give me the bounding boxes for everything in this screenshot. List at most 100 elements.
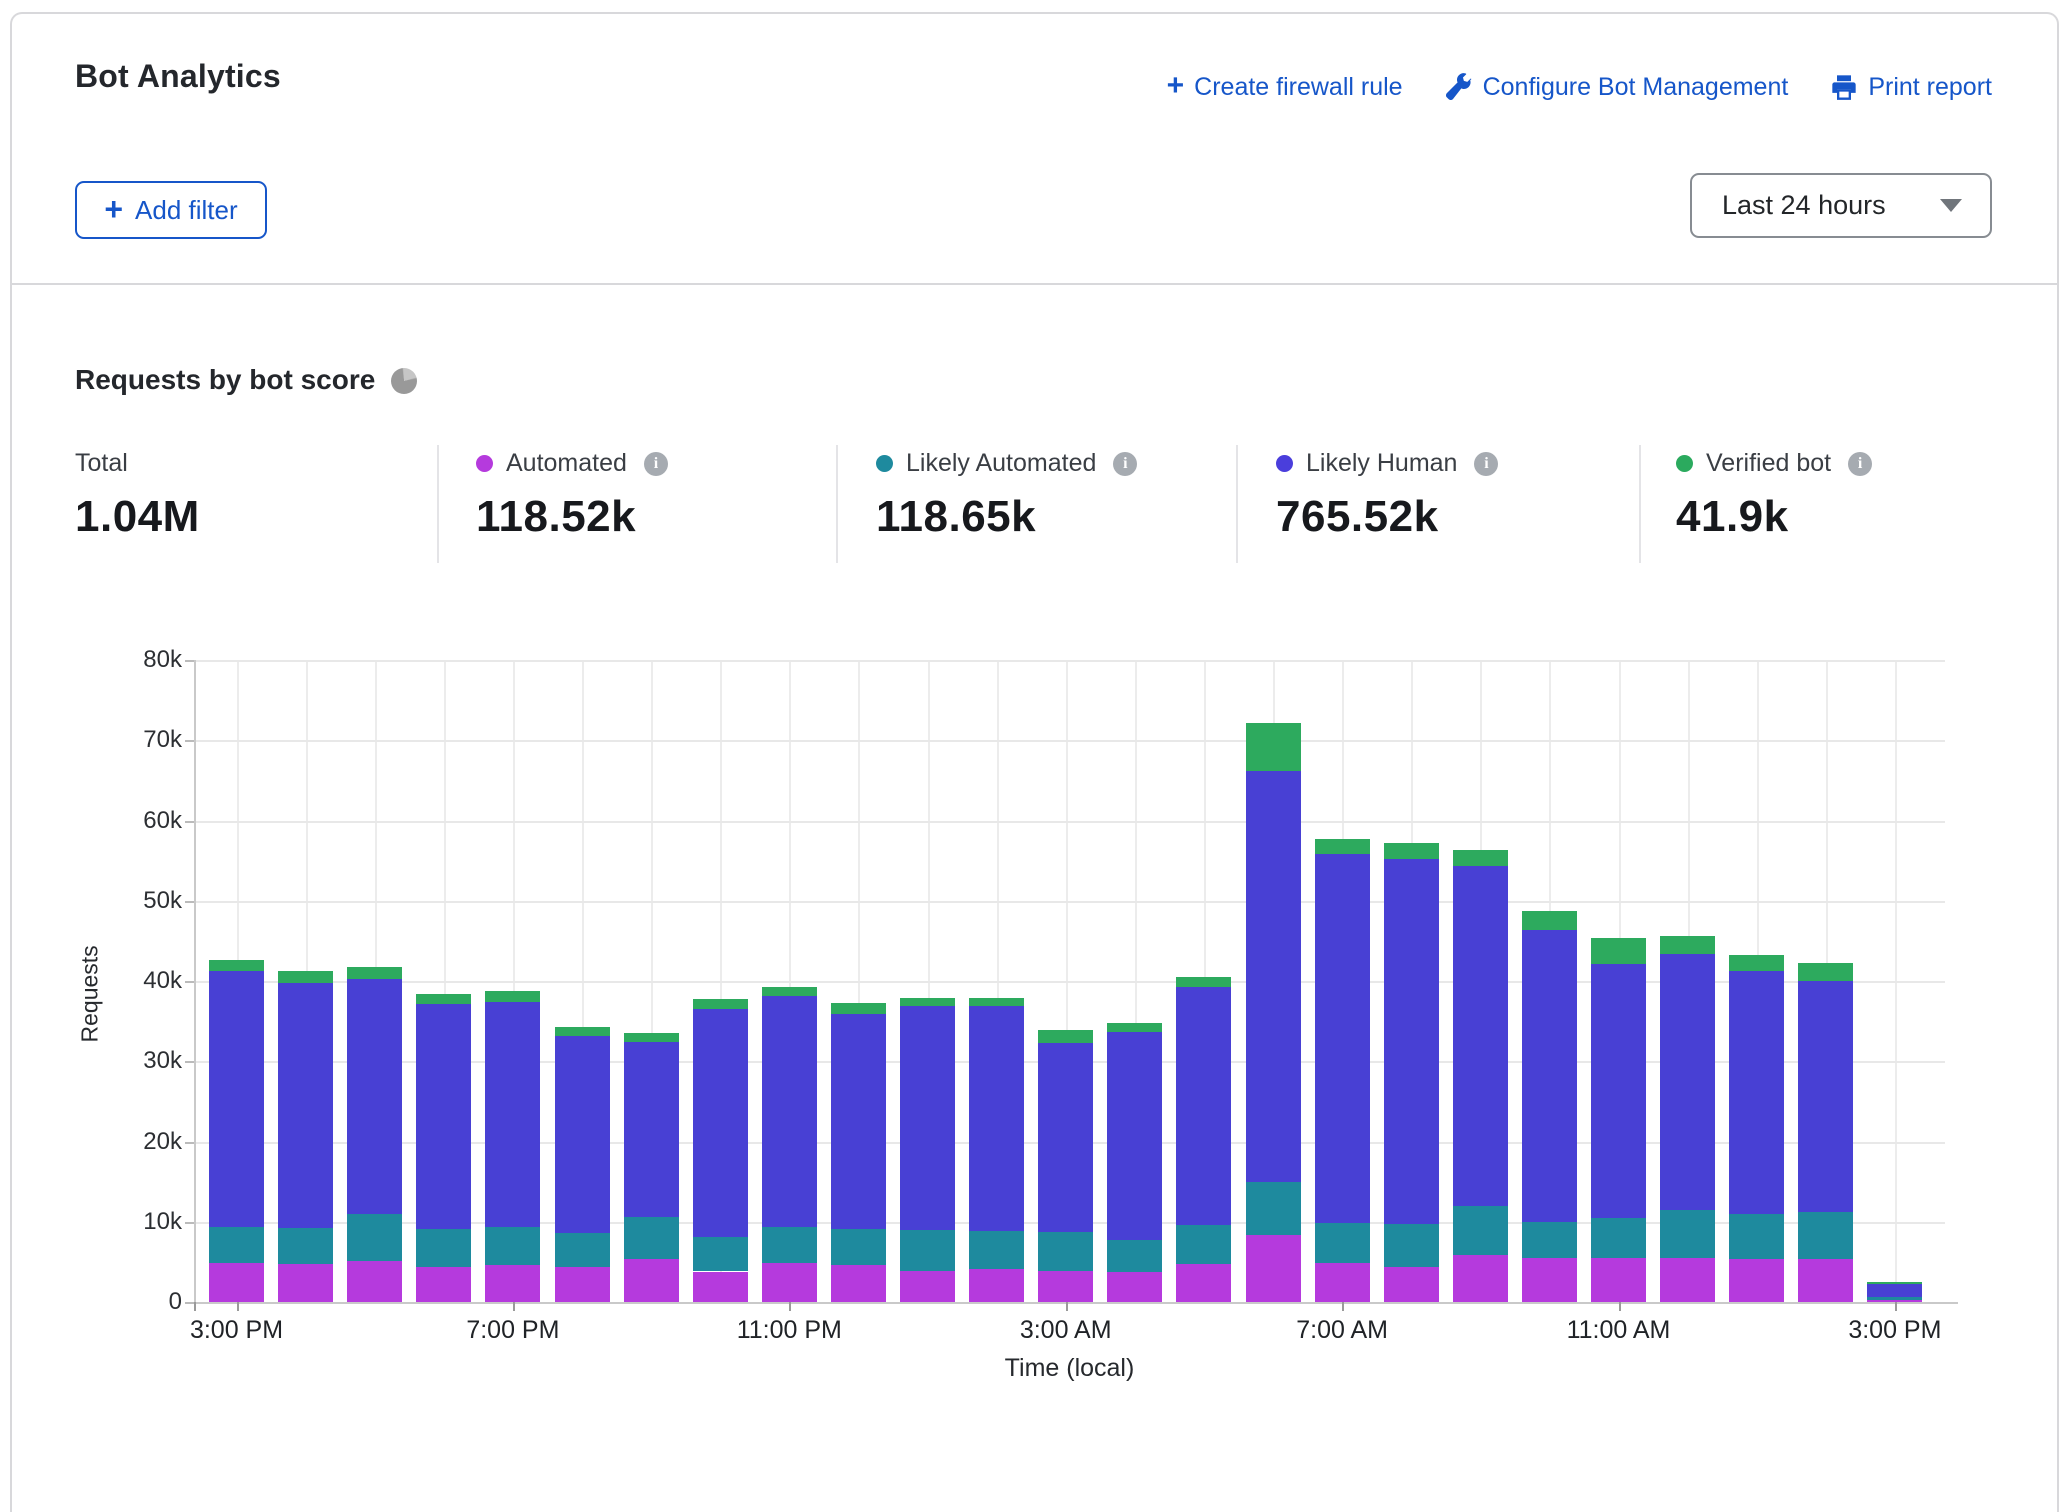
bar[interactable] (762, 660, 817, 1302)
x-tick-label: 7:00 AM (1252, 1316, 1432, 1345)
bar-segment-likely-human (900, 1006, 955, 1230)
bar-segment-likely-automated (1729, 1214, 1784, 1260)
info-icon[interactable]: i (644, 452, 668, 476)
bar-segment-likely-automated (555, 1233, 610, 1267)
stat-automated-value: 118.52k (476, 492, 668, 542)
bar-segment-verified-bot (209, 960, 264, 971)
bar[interactable] (278, 660, 333, 1302)
bar[interactable] (624, 660, 679, 1302)
stat-divider (437, 445, 439, 563)
y-tick-label: 20k (112, 1128, 182, 1156)
bar-segment-likely-human (1522, 930, 1577, 1221)
bar-segment-likely-automated (1522, 1222, 1577, 1258)
y-tick-label: 0 (112, 1288, 182, 1316)
bar-segment-automated (1729, 1259, 1784, 1302)
info-icon[interactable]: i (1474, 452, 1498, 476)
bar[interactable] (1107, 660, 1162, 1302)
bar-segment-automated (1453, 1255, 1508, 1302)
likely-human-dot-icon (1276, 455, 1293, 472)
stat-likely-human-label: Likely Human (1306, 449, 1457, 478)
pie-chart-icon (391, 368, 417, 394)
bar[interactable] (900, 660, 955, 1302)
bar-segment-automated (624, 1259, 679, 1302)
create-firewall-rule-link[interactable]: + Create firewall rule (1167, 72, 1403, 102)
x-tick-mark (1342, 1302, 1344, 1311)
bar-segment-verified-bot (1867, 1282, 1922, 1284)
y-tick-mark (185, 740, 194, 742)
info-icon[interactable]: i (1113, 452, 1137, 476)
x-tick-mark (194, 1302, 196, 1311)
bar-segment-verified-bot (555, 1027, 610, 1036)
bar-segment-verified-bot (624, 1033, 679, 1042)
bar[interactable] (1798, 660, 1853, 1302)
x-tick-label: 3:00 AM (976, 1316, 1156, 1345)
stat-total-value: 1.04M (75, 492, 200, 542)
bar[interactable] (1453, 660, 1508, 1302)
automated-dot-icon (476, 455, 493, 472)
bar[interactable] (1729, 660, 1784, 1302)
add-filter-button[interactable]: + Add filter (75, 181, 267, 239)
bar[interactable] (1660, 660, 1715, 1302)
x-tick-label: 3:00 PM (1805, 1316, 1985, 1345)
bar-segment-automated (1522, 1258, 1577, 1302)
bar[interactable] (1867, 660, 1922, 1302)
x-tick-label: 7:00 PM (423, 1316, 603, 1345)
stat-divider (836, 445, 838, 563)
bar-segment-likely-automated (1384, 1224, 1439, 1267)
bar-segment-automated (347, 1261, 402, 1302)
bar[interactable] (693, 660, 748, 1302)
print-report-link[interactable]: Print report (1830, 73, 1992, 102)
y-tick-mark (185, 1142, 194, 1144)
header-divider (10, 283, 2059, 285)
x-axis-line (194, 1302, 1958, 1304)
bar[interactable] (1246, 660, 1301, 1302)
bar-segment-likely-automated (347, 1214, 402, 1261)
y-tick-label: 60k (112, 807, 182, 835)
bar[interactable] (1522, 660, 1577, 1302)
bar-segment-automated (1038, 1271, 1093, 1302)
time-range-select[interactable]: Last 24 hours (1690, 173, 1992, 238)
bar[interactable] (1384, 660, 1439, 1302)
page-title: Bot Analytics (75, 58, 281, 95)
bar[interactable] (1315, 660, 1370, 1302)
bar[interactable] (416, 660, 471, 1302)
configure-bot-management-link[interactable]: Configure Bot Management (1445, 73, 1789, 102)
y-tick-mark (185, 981, 194, 983)
bar[interactable] (1591, 660, 1646, 1302)
stat-divider (1639, 445, 1641, 563)
info-icon[interactable]: i (1848, 452, 1872, 476)
bar-segment-automated (1107, 1272, 1162, 1302)
configure-bot-management-label: Configure Bot Management (1483, 73, 1789, 102)
bar[interactable] (555, 660, 610, 1302)
bar[interactable] (347, 660, 402, 1302)
bar-segment-verified-bot (1522, 911, 1577, 930)
bar-segment-likely-human (1107, 1032, 1162, 1240)
bar-segment-likely-human (416, 1004, 471, 1229)
stat-total-label: Total (75, 449, 128, 478)
bar-segment-likely-automated (1660, 1210, 1715, 1258)
verified-bot-dot-icon (1676, 455, 1693, 472)
bar-segment-automated (209, 1263, 264, 1302)
x-tick-mark (1619, 1302, 1621, 1311)
bar[interactable] (485, 660, 540, 1302)
stat-likely-human-value: 765.52k (1276, 492, 1498, 542)
bar[interactable] (209, 660, 264, 1302)
bar-segment-likely-automated (969, 1231, 1024, 1270)
add-filter-label: Add filter (135, 195, 238, 226)
stat-likely-automated-label: Likely Automated (906, 449, 1096, 478)
bar-segment-likely-human (969, 1006, 1024, 1231)
bar[interactable] (831, 660, 886, 1302)
bar-segment-verified-bot (1660, 936, 1715, 954)
bar[interactable] (1038, 660, 1093, 1302)
bar-segment-automated (1798, 1259, 1853, 1302)
bar-segment-likely-human (1038, 1043, 1093, 1232)
bar[interactable] (969, 660, 1024, 1302)
bar-segment-automated (693, 1272, 748, 1302)
bar[interactable] (1176, 660, 1231, 1302)
bar-segment-verified-bot (831, 1003, 886, 1013)
bar-segment-verified-bot (1591, 938, 1646, 964)
bar-segment-automated (900, 1271, 955, 1302)
bar-segment-verified-bot (1246, 723, 1301, 771)
bar-segment-likely-human (485, 1002, 540, 1228)
bar-segment-likely-automated (1798, 1212, 1853, 1259)
